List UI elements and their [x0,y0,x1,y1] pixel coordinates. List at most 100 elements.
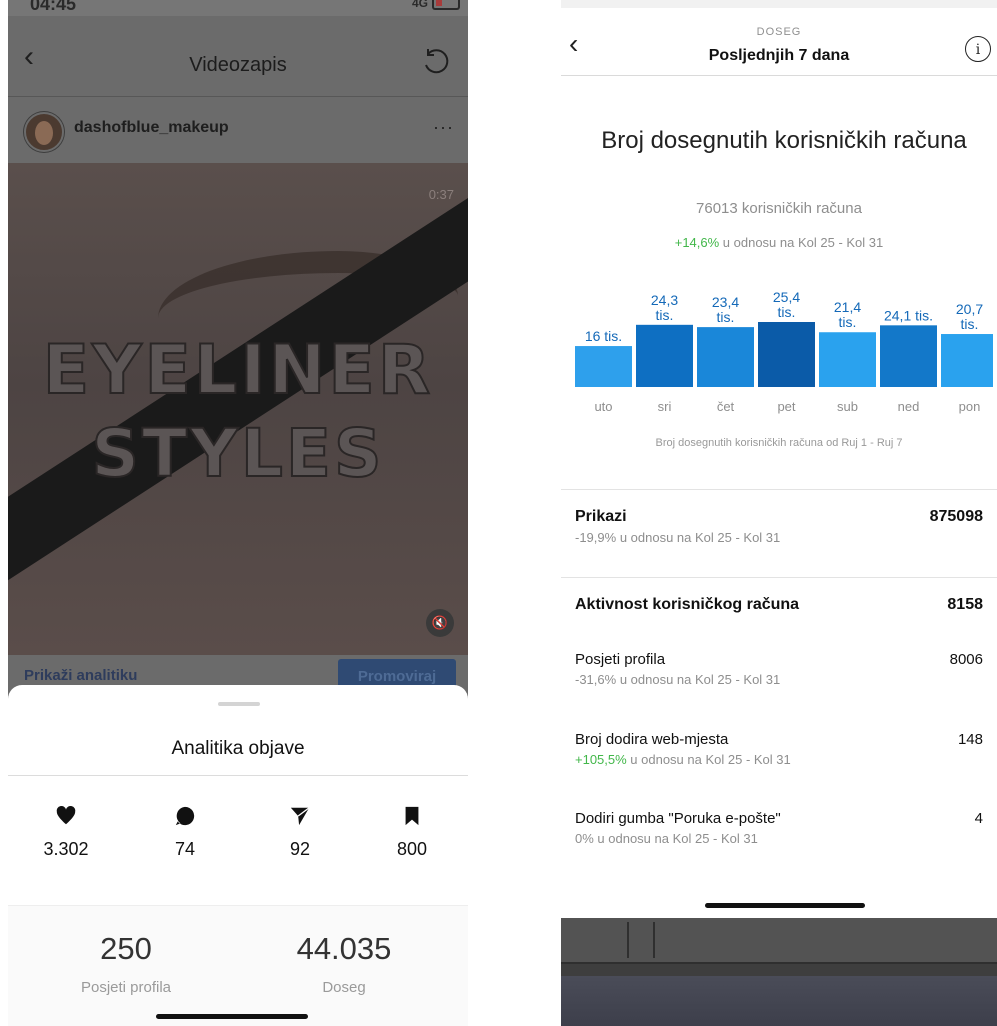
email-taps-row[interactable]: Dodiri gumba "Poruka e-pošte" 4 0% u odn… [575,810,983,846]
chart-category-label: pet [777,399,795,414]
chart-value-label: 23,4 [712,294,739,310]
sheet-title: Analitika objave [171,738,305,759]
home-indicator[interactable] [156,1014,308,1019]
email-taps-change-pct: 0% [575,831,594,846]
divider [8,775,468,776]
profile-visits-value: 250 [100,931,152,966]
chart-value-label: 20,7 [956,301,983,317]
reach-change: +14,6% u odnosu na Kol 25 - Kol 31 [561,235,997,250]
impressions-change-pct: -19,9% [575,530,617,545]
chart-value-label: tis. [961,316,979,332]
home-indicator[interactable] [705,903,865,908]
reach-total: 76013 korisničkih računa [696,200,862,217]
chart-bar-ned [880,325,937,387]
reach-chart-svg: 16 tis.uto24,3tis.sri23,4tis.čet25,4tis.… [575,289,993,414]
status-strip [561,0,997,8]
profile-visits-label: Posjeti profila [575,651,666,668]
desk-lower [561,976,997,1026]
reach-change-text: u odnosu na Kol 25 - Kol 31 [719,235,884,250]
chart-bar-uto [575,346,632,387]
desk-edge [653,922,655,958]
chart-value-label: tis. [717,309,735,325]
video-headline-line2: STYLES [90,414,385,493]
chart-category-label: sub [837,399,858,414]
account-activity-row: Aktivnost korisničkog računa 8158 [575,596,983,614]
video-player[interactable]: 0:37 EYELINER STYLES 🔇 [8,163,468,655]
reach-change-pct: +14,6% [674,235,720,250]
sheet-grab-handle[interactable] [218,702,260,706]
divider [561,577,997,578]
comments-stat: 74 [145,805,225,860]
signal-indicator: 4G [411,0,428,10]
impressions-label: Prikazi [575,508,627,525]
profile-visits-change-pct: -31,6% [575,672,617,687]
reach-metric: 44.035 Doseg [244,931,444,996]
website-taps-change-pct: +105,5% [575,752,627,767]
desk-edge [627,922,635,958]
shares-stat: 92 [260,805,340,860]
right-phone-screen: ‹ DOSEG Posljednjih 7 dana i Broj dosegn… [561,0,997,1026]
refresh-icon[interactable] [420,46,452,78]
profile-visits-change-text: u odnosu na Kol 25 - Kol 31 [616,672,781,687]
account-activity-value: 8158 [947,596,983,613]
post-stats-row: 3.302 74 92 800 [8,805,468,875]
analytics-bottom-sheet: Analitika objave 3.302 74 92 800 250 Pos… [8,685,468,1026]
profile-visits-row[interactable]: Posjeti profila 8006 -31,6% u odnosu na … [575,651,983,687]
divider [561,489,997,490]
gap [468,0,561,1026]
nav-bar: ‹ DOSEG Posljednjih 7 dana i [561,8,997,76]
saves-count: 800 [396,839,428,859]
username[interactable]: dashofblue_makeup [74,119,229,137]
email-taps-label: Dodiri gumba "Poruka e-pošte" [575,810,781,827]
chart-value-label: tis. [656,307,674,323]
website-taps-label: Broj dodira web-mjesta [575,731,729,748]
chart-caption: Broj dosegnutih korisničkih računa od Ru… [655,437,903,449]
video-duration: 0:37 [428,187,454,202]
profile-visits-value: 8006 [949,651,983,668]
chart-value-label: 21,4 [834,299,861,315]
chart-category-label: čet [717,399,735,414]
chart-value-label: 16 tis. [585,328,622,344]
chart-value-label: tis. [839,314,857,330]
chart-category-label: uto [594,399,612,414]
send-icon [290,807,310,826]
saves-stat: 800 [372,805,452,860]
chart-category-label: pon [959,399,981,414]
status-bar: 04:45 4G [8,0,468,16]
account-activity-label: Aktivnost korisničkog računa [575,596,800,613]
video-headline-line1: EYELINER [42,330,434,411]
nav-bar: ‹ Videozapis [8,16,468,97]
reach-value: 44.035 [296,931,392,966]
chart-bar-sri [636,324,693,387]
battery-icon [432,0,460,10]
impressions-row[interactable]: Prikazi 875098 -19,9% u odnosu na Kol 25… [575,508,983,545]
avatar[interactable] [24,112,64,152]
more-options-icon[interactable]: ··· [433,117,454,138]
nav-title: Posljednjih 7 dana [708,47,850,64]
mute-icon[interactable]: 🔇 [426,609,454,637]
likes-count: 3.302 [43,839,89,859]
nav-overline: DOSEG [756,26,802,38]
chart-value-label: 24,1 tis. [884,307,933,323]
background-desk [561,918,997,1026]
impressions-change-text: u odnosu na Kol 25 - Kol 31 [616,530,781,545]
show-analytics-link[interactable]: Prikaži analitiku [24,667,137,684]
chart-bar-pet [758,322,815,387]
email-taps-change-text: u odnosu na Kol 25 - Kol 31 [593,831,758,846]
chart-bar-sub [819,332,876,387]
post-header: dashofblue_makeup ··· [8,97,468,163]
profile-visits-label: Posjeti profila [80,979,172,996]
shares-count: 92 [289,839,311,859]
reach-label: Doseg [322,979,366,996]
status-time: 04:45 [30,0,77,14]
chart-category-label: ned [898,399,920,414]
reach-bar-chart: 16 tis. uto 24,3 tis. sri 23,4 tis. čet 25,4 tis.… [575,270,993,440]
chart-category-label: sri [658,399,672,414]
website-taps-row[interactable]: Broj dodira web-mjesta 148 +105,5% u odn… [575,731,983,767]
chart-value-label: tis. [778,304,796,320]
website-taps-change: +105,5% u odnosu na Kol 25 - Kol 31 [575,752,983,767]
profile-visits-change: -31,6% u odnosu na Kol 25 - Kol 31 [575,672,983,687]
bookmark-icon [405,806,419,826]
comment-icon [175,806,195,826]
info-icon[interactable]: i [965,36,991,62]
